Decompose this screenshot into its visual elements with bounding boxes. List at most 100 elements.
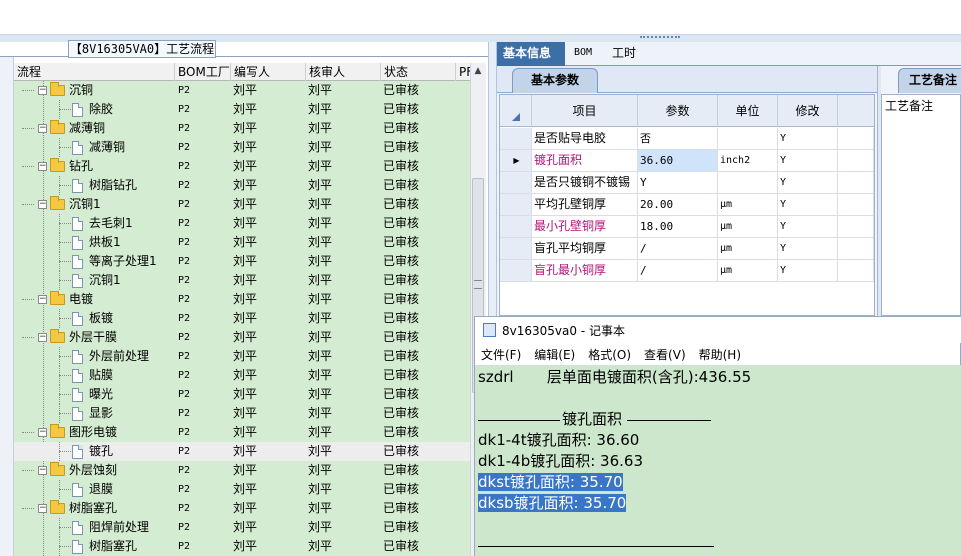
notes-area[interactable] xyxy=(881,94,961,316)
param-modify-cell[interactable]: Y xyxy=(778,194,838,215)
tree-node[interactable]: 阻焊前处理 xyxy=(58,518,149,537)
menu-format[interactable]: 格式(O) xyxy=(588,346,631,363)
collapse-toggle-icon[interactable]: − xyxy=(38,124,47,133)
param-value-cell[interactable]: 36.60 xyxy=(638,150,718,171)
menu-view[interactable]: 查看(V) xyxy=(644,346,686,363)
notepad-text-area[interactable]: szdrl 层单面电镀面积(含孔):436.55 镀孔面积 dk1-4t镀孔面积: … xyxy=(475,365,961,556)
param-value-cell[interactable]: 18.00 xyxy=(638,216,718,237)
collapse-toggle-icon[interactable]: − xyxy=(38,86,47,95)
scroll-up-arrow-icon[interactable]: ▲ xyxy=(470,63,486,79)
tree-node[interactable]: 外层前处理 xyxy=(58,347,149,366)
param-modify-cell[interactable]: Y xyxy=(778,150,838,171)
param-value-cell[interactable]: / xyxy=(638,238,718,259)
tree-node[interactable]: − 沉铜 xyxy=(38,81,93,100)
tree-row[interactable]: 沉铜1 P2 刘平 刘平 已审核 xyxy=(14,271,470,290)
collapse-toggle-icon[interactable]: − xyxy=(38,504,47,513)
collapse-toggle-icon[interactable]: − xyxy=(38,333,47,342)
tree-node[interactable]: 除胶 xyxy=(58,100,113,119)
menu-file[interactable]: 文件(F) xyxy=(481,346,521,363)
tree-row[interactable]: 树脂塞孔 P2 刘平 刘平 已审核 xyxy=(14,537,470,556)
tree-row[interactable]: 显影 P2 刘平 刘平 已审核 xyxy=(14,404,470,423)
param-modify-cell[interactable]: Y xyxy=(778,238,838,259)
row-indicator-icon[interactable] xyxy=(500,128,532,149)
param-value-cell[interactable]: 20.00 xyxy=(638,194,718,215)
tree-row[interactable]: 烘板1 P2 刘平 刘平 已审核 xyxy=(14,233,470,252)
tree-row[interactable]: − 外层蚀刻 P2 刘平 刘平 已审核 xyxy=(14,461,470,480)
col-header-flow[interactable]: 流程 xyxy=(14,63,175,81)
param-value-cell[interactable]: 否 xyxy=(638,128,718,149)
grid-header-item[interactable]: 项目 xyxy=(532,95,638,127)
tab-basic-info[interactable]: 基本信息 xyxy=(497,42,565,66)
param-modify-cell[interactable]: Y xyxy=(778,172,838,193)
params-row[interactable]: 平均孔壁铜厚 20.00 μm Y xyxy=(500,194,874,216)
col-header-status[interactable]: 状态 xyxy=(381,63,456,81)
grid-header-param[interactable]: 参数 xyxy=(638,95,718,127)
params-row[interactable]: 最小孔壁铜厚 18.00 μm Y xyxy=(500,216,874,238)
tree-row[interactable]: 去毛刺1 P2 刘平 刘平 已审核 xyxy=(14,214,470,233)
tree-row[interactable]: 减薄铜 P2 刘平 刘平 已审核 xyxy=(14,138,470,157)
menu-edit[interactable]: 编辑(E) xyxy=(534,346,575,363)
tree-node[interactable]: − 电镀 xyxy=(38,290,93,309)
collapse-toggle-icon[interactable]: − xyxy=(38,162,47,171)
param-value-cell[interactable]: / xyxy=(638,260,718,281)
tree-row[interactable]: 曝光 P2 刘平 刘平 已审核 xyxy=(14,385,470,404)
tree-row[interactable]: − 树脂塞孔 P2 刘平 刘平 已审核 xyxy=(14,499,470,518)
tree-row[interactable]: 外层前处理 P2 刘平 刘平 已审核 xyxy=(14,347,470,366)
tree-node[interactable]: 减薄铜 xyxy=(58,138,125,157)
tree-node[interactable]: − 图形电镀 xyxy=(38,423,117,442)
tree-node[interactable]: 镀孔 xyxy=(58,442,113,461)
param-modify-cell[interactable]: Y xyxy=(778,128,838,149)
menu-help[interactable]: 帮助(H) xyxy=(699,346,741,363)
tab-basic-params[interactable]: 基本参数 xyxy=(512,68,598,93)
tree-row[interactable]: 除胶 P2 刘平 刘平 已审核 xyxy=(14,100,470,119)
tree-node[interactable]: − 树脂塞孔 xyxy=(38,499,117,518)
tree-node[interactable]: − 外层干膜 xyxy=(38,328,117,347)
grid-header-unit[interactable]: 单位 xyxy=(718,95,778,127)
params-row[interactable]: 是否贴导电胶否 Y xyxy=(500,128,874,150)
grid-corner[interactable] xyxy=(500,95,532,127)
param-modify-cell[interactable]: Y xyxy=(778,260,838,281)
tree-node[interactable]: 贴膜 xyxy=(58,366,113,385)
collapse-toggle-icon[interactable]: − xyxy=(38,200,47,209)
params-row[interactable]: 盲孔最小铜厚 / μm Y xyxy=(500,260,874,282)
col-header-writer[interactable]: 编写人 xyxy=(231,63,306,81)
param-modify-cell[interactable]: Y xyxy=(778,216,838,237)
tab-work-hours[interactable]: 工时 xyxy=(606,42,642,66)
collapse-toggle-icon[interactable]: − xyxy=(38,466,47,475)
notepad-titlebar[interactable]: 8v16305va0 - 记事本 xyxy=(475,317,961,343)
col-header-reviewer[interactable]: 核审人 xyxy=(306,63,381,81)
tree-node[interactable]: 板镀 xyxy=(58,309,113,328)
tree-row[interactable]: 板镀 P2 刘平 刘平 已审核 xyxy=(14,309,470,328)
tree-node[interactable]: 沉铜1 xyxy=(58,271,121,290)
tree-node[interactable]: − 外层蚀刻 xyxy=(38,461,117,480)
tab-bom[interactable]: BOM xyxy=(568,42,598,66)
splitter-grip-icon[interactable] xyxy=(640,36,680,39)
tree-row[interactable]: 退膜 P2 刘平 刘平 已审核 xyxy=(14,480,470,499)
tree-row[interactable]: 等离子处理1 P2 刘平 刘平 已审核 xyxy=(14,252,470,271)
row-indicator-icon[interactable] xyxy=(500,238,532,259)
tree-row[interactable]: − 沉铜 P2 刘平 刘平 已审核 xyxy=(14,81,470,100)
collapse-toggle-icon[interactable]: − xyxy=(38,295,47,304)
row-indicator-icon[interactable] xyxy=(500,172,532,193)
tree-node[interactable]: 退膜 xyxy=(58,480,113,499)
row-indicator-icon[interactable]: ▶ xyxy=(500,150,532,171)
collapse-toggle-icon[interactable]: − xyxy=(38,428,47,437)
tree-node[interactable]: − 减薄铜 xyxy=(38,119,105,138)
tree-node[interactable]: 去毛刺1 xyxy=(58,214,133,233)
tree-row[interactable]: 贴膜 P2 刘平 刘平 已审核 xyxy=(14,366,470,385)
tree-row[interactable]: − 沉铜1 P2 刘平 刘平 已审核 xyxy=(14,195,470,214)
tree-node[interactable]: 烘板1 xyxy=(58,233,121,252)
row-indicator-icon[interactable] xyxy=(500,194,532,215)
tree-row[interactable]: − 图形电镀 P2 刘平 刘平 已审核 xyxy=(14,423,470,442)
tree-row[interactable]: − 减薄铜 P2 刘平 刘平 已审核 xyxy=(14,119,470,138)
tree-node[interactable]: 等离子处理1 xyxy=(58,252,157,271)
tree-row[interactable]: 镀孔 P2 刘平 刘平 已审核 xyxy=(14,442,470,461)
tree-node[interactable]: 曝光 xyxy=(58,385,113,404)
tree-node[interactable]: 树脂钻孔 xyxy=(58,176,137,195)
tab-process-notes[interactable]: 工艺备注 xyxy=(898,68,961,93)
tree-node[interactable]: 显影 xyxy=(58,404,113,423)
grid-header-modify[interactable]: 修改 xyxy=(778,95,838,127)
tree-row[interactable]: 阻焊前处理 P2 刘平 刘平 已审核 xyxy=(14,518,470,537)
tree-node[interactable]: − 沉铜1 xyxy=(38,195,101,214)
tree-row[interactable]: − 电镀 P2 刘平 刘平 已审核 xyxy=(14,290,470,309)
